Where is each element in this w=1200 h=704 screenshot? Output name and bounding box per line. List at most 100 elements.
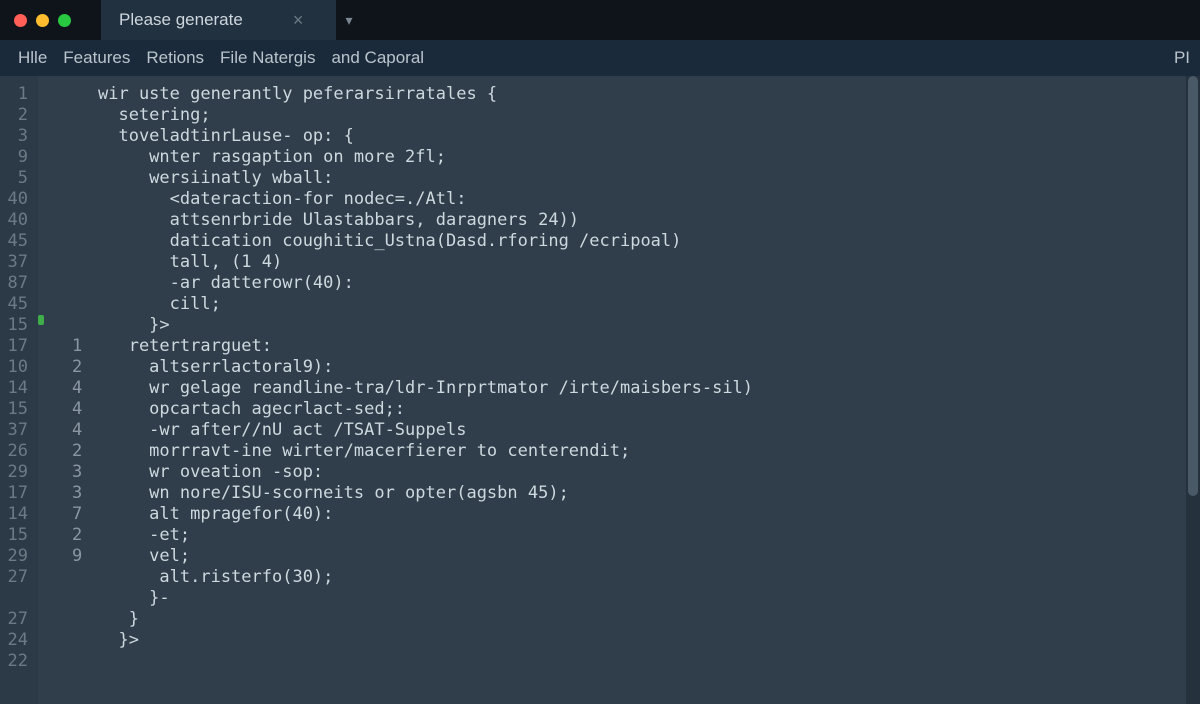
- menu-item-features[interactable]: Features: [55, 48, 138, 68]
- code-line: cill;: [98, 294, 1200, 315]
- sub-line-number: [38, 273, 98, 294]
- sub-line-number: [38, 105, 98, 126]
- line-number: [0, 588, 38, 609]
- code-line: wr gelage reandline-tra/ldr-Inrprtmator …: [98, 378, 1200, 399]
- minimize-window-button[interactable]: [36, 14, 49, 27]
- sub-line-number: 2: [38, 357, 98, 378]
- code-line: wnter rasgaption on more 2fl;: [98, 147, 1200, 168]
- code-line: }>: [98, 630, 1200, 651]
- line-number: 27: [0, 609, 38, 630]
- line-number: 5: [0, 168, 38, 189]
- sub-line-number: [38, 294, 98, 315]
- line-number: 14: [0, 504, 38, 525]
- sub-line-number: 4: [38, 399, 98, 420]
- code-line: wn nore/ISU-scorneits or opter(agsbn 45)…: [98, 483, 1200, 504]
- code-line: }: [98, 609, 1200, 630]
- sub-line-number: 4: [38, 420, 98, 441]
- sub-line-number: 3: [38, 462, 98, 483]
- line-number: 22: [0, 651, 38, 672]
- code-line: attsenrbride Ulastabbars, daragners 24)): [98, 210, 1200, 231]
- sub-line-number: 9: [38, 546, 98, 567]
- line-number: 40: [0, 189, 38, 210]
- line-number: 9: [0, 147, 38, 168]
- tab-active[interactable]: Please generate ×: [101, 0, 336, 40]
- sub-line-number: [38, 231, 98, 252]
- line-number: 45: [0, 294, 38, 315]
- code-line: -et;: [98, 525, 1200, 546]
- editor[interactable]: 1239540404537874515171014153726291714152…: [0, 76, 1200, 704]
- line-number: 26: [0, 441, 38, 462]
- sub-line-number: [38, 168, 98, 189]
- window-controls: [0, 14, 71, 27]
- code-line: morrravt-ine wirter/macerfierer to cente…: [98, 441, 1200, 462]
- tab-strip: Please generate × ▾: [101, 0, 362, 40]
- sub-line-number: [38, 210, 98, 231]
- sub-line-number: 3: [38, 483, 98, 504]
- sub-line-number: [38, 126, 98, 147]
- line-number: 14: [0, 378, 38, 399]
- secondary-gutter: 12444233729: [38, 76, 98, 704]
- code-line: wir uste generantly peferarsirratales {: [98, 84, 1200, 105]
- sub-line-number: [38, 252, 98, 273]
- menu-right-label: PI: [1174, 48, 1190, 68]
- sub-line-number: [38, 84, 98, 105]
- line-number: 87: [0, 273, 38, 294]
- scrollbar-thumb[interactable]: [1188, 76, 1198, 496]
- titlebar: Please generate × ▾: [0, 0, 1200, 40]
- line-number: 37: [0, 420, 38, 441]
- code-line: setering;: [98, 105, 1200, 126]
- line-number: 15: [0, 315, 38, 336]
- sub-line-number: [38, 567, 98, 588]
- vertical-scrollbar[interactable]: [1186, 76, 1200, 704]
- code-line: tall, (1 4): [98, 252, 1200, 273]
- line-number: 2: [0, 105, 38, 126]
- code-line: toveladtinrLause- op: {: [98, 126, 1200, 147]
- sub-line-number: [38, 147, 98, 168]
- sub-line-number: 4: [38, 378, 98, 399]
- code-line: vel;: [98, 546, 1200, 567]
- line-number: 24: [0, 630, 38, 651]
- close-tab-icon[interactable]: ×: [293, 10, 304, 31]
- code-line: alt.risterfo(30);: [98, 567, 1200, 588]
- sub-line-number: [38, 315, 98, 336]
- code-line: <dateraction-for nodec=./Atl:: [98, 189, 1200, 210]
- tab-menu-icon[interactable]: ▾: [336, 0, 362, 40]
- code-line: wersiinatly wball:: [98, 168, 1200, 189]
- maximize-window-button[interactable]: [58, 14, 71, 27]
- code-line: }>: [98, 315, 1200, 336]
- line-number-gutter: 1239540404537874515171014153726291714152…: [0, 76, 38, 704]
- menu-item-hlle[interactable]: Hlle: [10, 48, 55, 68]
- line-number: 17: [0, 336, 38, 357]
- code-line: alt mpragefor(40):: [98, 504, 1200, 525]
- sub-line-number: [38, 630, 98, 651]
- code-line: wr oveation -sop:: [98, 462, 1200, 483]
- code-line: }-: [98, 588, 1200, 609]
- line-number: 15: [0, 525, 38, 546]
- line-number: 29: [0, 546, 38, 567]
- change-marker-icon: [38, 315, 44, 325]
- code-line: altserrlactoral9):: [98, 357, 1200, 378]
- code-area[interactable]: wir uste generantly peferarsirratales { …: [98, 76, 1200, 704]
- code-line: -ar datterowr(40):: [98, 273, 1200, 294]
- code-line: retertrarguet:: [98, 336, 1200, 357]
- tab-label: Please generate: [119, 10, 243, 30]
- menubar: Hlle Features Retions File Natergis and …: [0, 40, 1200, 76]
- close-window-button[interactable]: [14, 14, 27, 27]
- sub-line-number: 7: [38, 504, 98, 525]
- sub-line-number: [38, 189, 98, 210]
- menu-item-and-caporal[interactable]: and Caporal: [323, 48, 432, 68]
- menu-item-retions[interactable]: Retions: [138, 48, 212, 68]
- line-number: 17: [0, 483, 38, 504]
- sub-line-number: 2: [38, 525, 98, 546]
- sub-line-number: [38, 651, 98, 672]
- sub-line-number: 1: [38, 336, 98, 357]
- sub-line-number: [38, 588, 98, 609]
- line-number: 10: [0, 357, 38, 378]
- code-line: -wr after//nU act /TSAT-Suppels: [98, 420, 1200, 441]
- sub-line-number: [38, 609, 98, 630]
- line-number: 15: [0, 399, 38, 420]
- menu-item-file-natergis[interactable]: File Natergis: [212, 48, 323, 68]
- line-number: 45: [0, 231, 38, 252]
- line-number: 40: [0, 210, 38, 231]
- line-number: 3: [0, 126, 38, 147]
